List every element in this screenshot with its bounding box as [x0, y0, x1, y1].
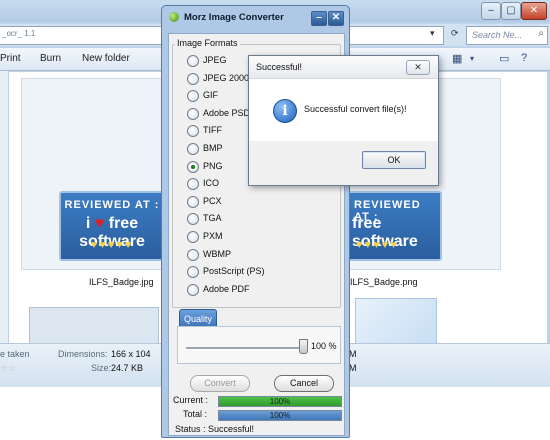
current-label: Current : [173, 395, 209, 405]
search-placeholder: Search Ne... [472, 30, 523, 40]
dimensions-value: 166 x 104 [111, 349, 151, 359]
badge-hearts: ♥♥♥♥♥ [90, 239, 134, 251]
quality-slider-thumb[interactable] [299, 339, 308, 354]
dialog-message: Successful convert file(s)! [304, 104, 407, 114]
maximize-button[interactable]: ▢ [501, 2, 521, 20]
radio-button[interactable] [187, 143, 199, 155]
close-button[interactable]: ✕ [521, 2, 547, 20]
radio-button[interactable] [187, 283, 199, 296]
dialog-title: Successful! [256, 62, 303, 72]
radio-button[interactable] [187, 266, 199, 279]
minimize-button[interactable]: – [311, 11, 327, 26]
radio-button[interactable] [187, 90, 199, 103]
print-button[interactable]: Print [0, 53, 21, 64]
radio-button[interactable] [187, 72, 199, 85]
screenshot-thumbnail[interactable] [29, 307, 159, 344]
format-label: TGA [203, 213, 222, 224]
window-title: Morz Image Converter [184, 12, 284, 23]
format-label: BMP [203, 143, 223, 153]
format-label: JPEG [203, 55, 227, 65]
format-label: TIFF [203, 125, 222, 136]
quality-panel: 100 % [177, 326, 341, 364]
quality-slider-track[interactable] [186, 347, 304, 350]
badge-image: REVIEWED AT : free software ♥♥♥♥♥ [350, 191, 442, 261]
radio-button[interactable] [187, 213, 199, 226]
dialog-body: i Successful convert file(s)! [249, 79, 438, 141]
radio-button[interactable] [187, 195, 199, 208]
navigation-pane-edge [0, 71, 8, 343]
format-label: PXM [203, 231, 223, 241]
close-button[interactable]: ✕ [328, 11, 344, 26]
rating-stars-icon[interactable]: ☆☆ [0, 363, 16, 374]
refresh-icon[interactable]: ⟳ [451, 28, 459, 39]
quality-value: 100 % [311, 341, 337, 351]
format-label: Adobe PDF [203, 283, 250, 294]
size-value: 24.7 KB [111, 363, 144, 373]
dimensions-label: Dimensions: [58, 349, 108, 359]
address-dropdown-icon[interactable]: ▾ [430, 28, 435, 39]
radio-button[interactable] [187, 55, 199, 67]
format-label: JPEG 2000 [203, 72, 250, 83]
help-icon[interactable]: ? [521, 52, 527, 64]
format-label: PostScript (PS) [203, 266, 265, 277]
heart-icon: ♥ [94, 215, 105, 232]
file-name-jpg[interactable]: ILFS_Badge.jpg [89, 277, 154, 287]
dialog-titlebar[interactable]: Successful! ✕ [249, 56, 438, 79]
current-progress-text: 100% [269, 397, 291, 406]
details-value-partial: M [349, 363, 357, 373]
radio-button[interactable] [187, 248, 199, 261]
image-thumbnail[interactable] [355, 298, 437, 344]
radio-button[interactable] [187, 178, 199, 191]
size-label: Size: [91, 363, 112, 373]
dialog-close-button[interactable]: ✕ [406, 60, 430, 75]
image-formats-label: Image Formats [175, 38, 240, 48]
format-label: ICO [203, 178, 220, 189]
info-icon: i [273, 99, 297, 123]
file-thumbnail[interactable]: REVIEWED AT : i ♥ free software ♥♥♥♥♥ [21, 78, 175, 270]
file-name-png[interactable]: ILFS_Badge.png [350, 277, 418, 287]
convert-button[interactable]: Convert [190, 375, 250, 392]
format-label: GIF [203, 90, 218, 101]
radio-button[interactable] [187, 231, 199, 243]
format-label: PNG [203, 160, 223, 171]
details-value-partial: M [349, 349, 357, 359]
minimize-button[interactable]: – [481, 2, 501, 20]
badge-hearts: ♥♥♥♥♥ [356, 239, 399, 251]
new-folder-button[interactable]: New folder [82, 53, 130, 64]
converter-titlebar[interactable]: Morz Image Converter – ✕ [162, 6, 349, 29]
total-label: Total : [183, 409, 208, 419]
status-text: Status : Successful! [175, 424, 255, 434]
radio-button[interactable] [187, 125, 199, 138]
total-progress-bar: 100% [218, 410, 342, 421]
total-progress-text: 100% [269, 411, 291, 420]
burn-button[interactable]: Burn [40, 53, 61, 64]
radio-button[interactable] [187, 160, 199, 173]
address-text: _ocr_ 1.1 [2, 29, 36, 38]
badge-image: REVIEWED AT : i ♥ free software ♥♥♥♥♥ [59, 191, 165, 261]
app-logo-icon [169, 12, 179, 22]
badge-letter: i [85, 215, 91, 232]
current-progress-bar: 100% [218, 396, 342, 407]
format-label: Adobe PSD [203, 107, 251, 118]
preview-pane-icon[interactable]: ▭ [499, 52, 509, 65]
success-dialog: Successful! ✕ i Successful convert file(… [248, 55, 439, 186]
search-icon[interactable]: ⌕ [538, 28, 544, 39]
ok-button[interactable]: OK [362, 151, 426, 169]
view-dropdown-icon[interactable]: ▾ [470, 54, 474, 63]
format-label: WBMP [203, 248, 231, 259]
cancel-button[interactable]: Cancel [274, 375, 334, 392]
radio-button[interactable] [187, 107, 199, 120]
badge-top-text: REVIEWED AT : [64, 199, 160, 211]
view-options-icon[interactable]: ▦ [452, 52, 462, 65]
date-taken-label: e taken [0, 349, 30, 359]
search-input[interactable]: Search Ne... ⌕ [466, 26, 548, 45]
format-label: PCX [203, 195, 222, 206]
